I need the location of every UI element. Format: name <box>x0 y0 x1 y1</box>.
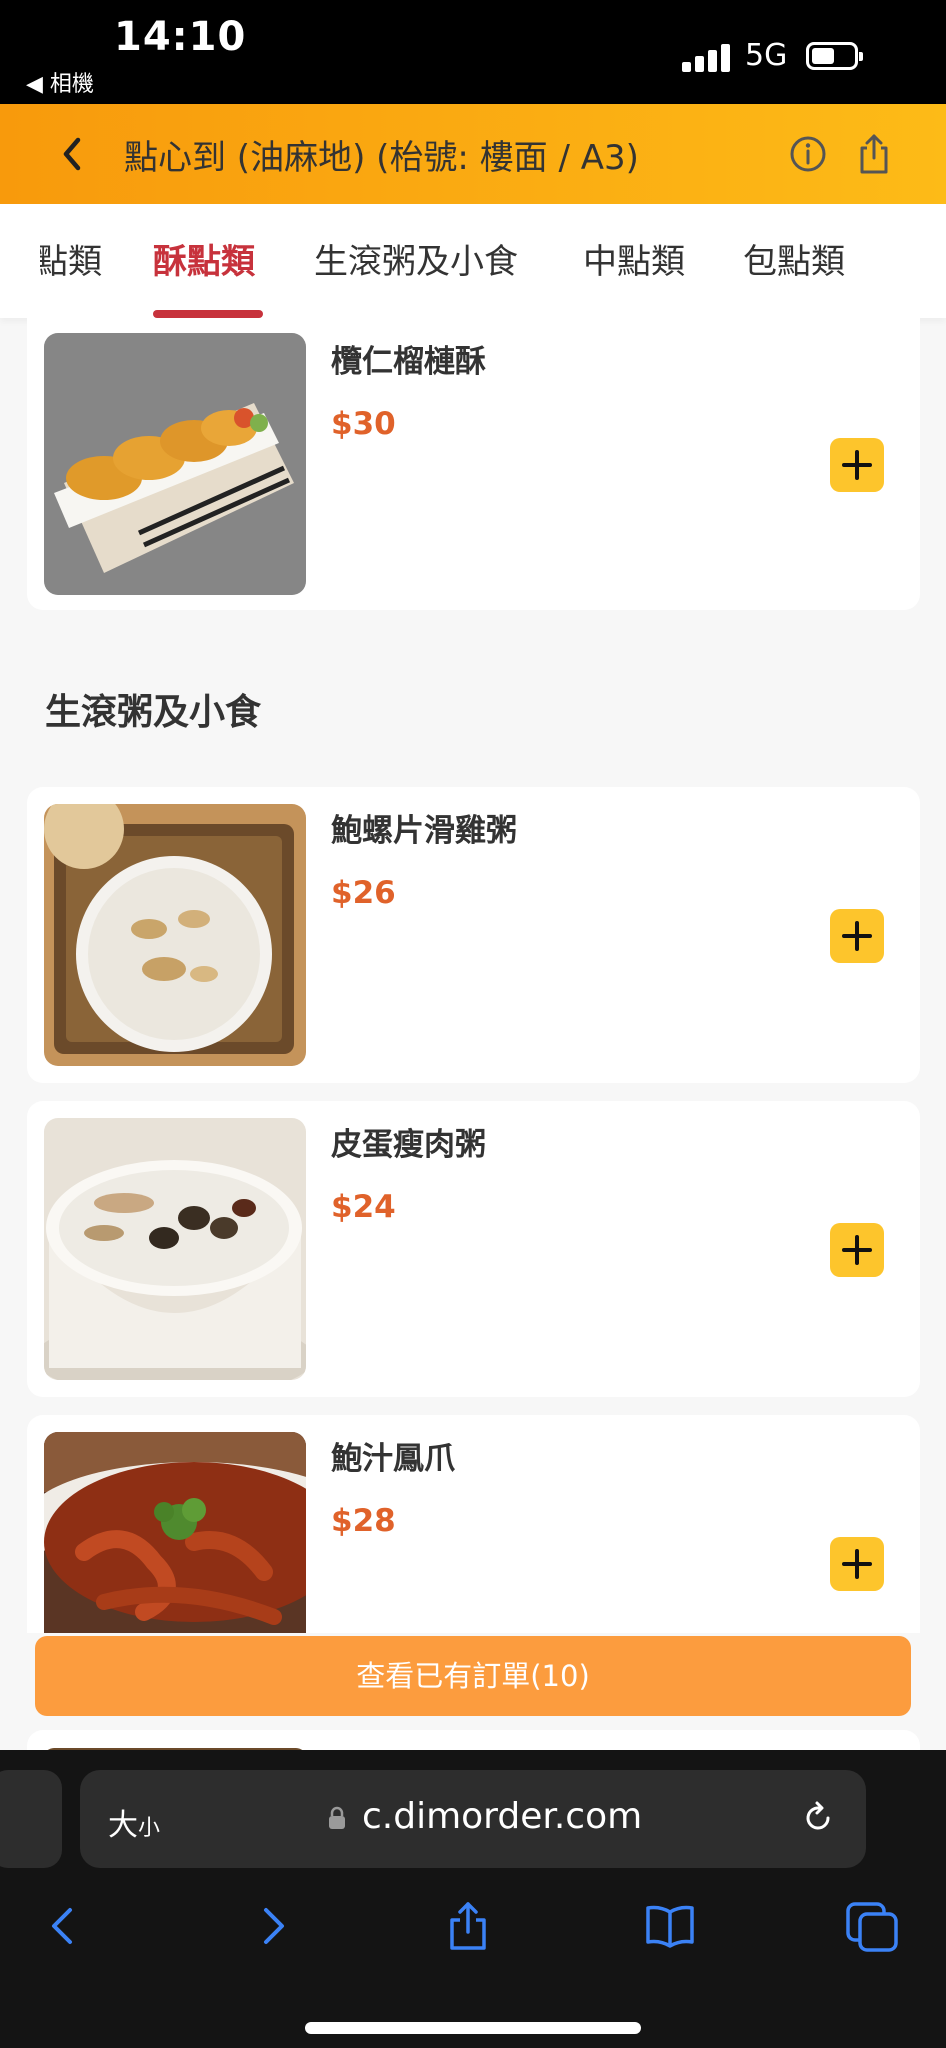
battery-icon <box>806 42 863 70</box>
item-name: 欖仁榴槤酥 <box>331 344 486 380</box>
browser-forward-icon[interactable] <box>244 1898 300 1954</box>
tabs-overview-icon[interactable] <box>844 1898 900 1954</box>
active-tab-indicator <box>153 310 263 318</box>
category-tabs: 點類 酥點類 生滾粥及小食 中點類 包點類 <box>0 204 946 318</box>
tab-congee-snacks[interactable]: 生滾粥及小食 <box>314 234 518 283</box>
url-text: c.dimorder.com <box>362 1796 643 1837</box>
previous-tab-preview[interactable] <box>0 1770 62 1868</box>
home-indicator <box>305 2022 641 2034</box>
browser-share-icon[interactable] <box>440 1898 496 1954</box>
tab-buns[interactable]: 包點類 <box>743 234 845 283</box>
item-price: $30 <box>331 406 396 442</box>
bookmarks-icon[interactable] <box>642 1898 698 1954</box>
status-bar: 14:10 ◀ 相機 5G <box>0 0 946 104</box>
menu-item-card[interactable]: 皮蛋瘦肉粥 $24 <box>27 1101 920 1397</box>
item-price: $24 <box>331 1189 396 1225</box>
address-bar[interactable]: 大小 c.dimorder.com <box>80 1770 866 1868</box>
info-icon[interactable] <box>786 132 830 176</box>
add-to-cart-button[interactable] <box>830 1223 884 1277</box>
browser-toolbar: 大小 c.dimorder.com <box>0 1750 946 2048</box>
tab-pastry-partial[interactable]: 點類 <box>40 234 102 283</box>
menu-item-card[interactable]: 鮑汁鳳爪 $28 <box>27 1415 920 1633</box>
text-size-button[interactable]: 大小 <box>108 1800 160 1844</box>
food-photo <box>44 804 306 1066</box>
page-title: 點心到 (油麻地) (枱號: 樓面 / A3) <box>124 138 639 178</box>
text-size-small-label: 小 <box>138 1816 161 1841</box>
add-to-cart-button[interactable] <box>830 909 884 963</box>
item-price: $28 <box>331 1503 396 1539</box>
menu-item-card[interactable]: 欖仁榴槤酥 $30 <box>27 318 920 610</box>
share-icon[interactable] <box>852 130 896 178</box>
section-title: 生滾粥及小食 <box>45 692 262 733</box>
network-label: 5G <box>745 38 788 73</box>
food-photo <box>44 1432 306 1633</box>
tab-medium-dim-sum[interactable]: 中點類 <box>583 234 685 283</box>
tab-crispy-pastry[interactable]: 酥點類 <box>153 234 255 283</box>
back-arrow-icon[interactable] <box>50 130 94 178</box>
item-name: 皮蛋瘦肉粥 <box>331 1127 486 1163</box>
browser-back-icon[interactable] <box>36 1898 92 1954</box>
text-size-large-label: 大 <box>108 1808 138 1843</box>
signal-icon <box>682 44 730 72</box>
status-time: 14:10 <box>114 14 247 60</box>
reload-icon[interactable] <box>798 1798 838 1838</box>
back-to-app-link[interactable]: ◀ 相機 <box>26 66 94 98</box>
menu-item-card[interactable]: 鮑螺片滑雞粥 $26 <box>27 787 920 1083</box>
app-header: 點心到 (油麻地) (枱號: 樓面 / A3) <box>0 104 946 204</box>
food-photo <box>44 1118 306 1380</box>
view-orders-button[interactable]: 查看已有訂單(10) <box>35 1636 911 1716</box>
item-name: 鮑汁鳳爪 <box>331 1441 455 1477</box>
item-name: 鮑螺片滑雞粥 <box>331 813 517 849</box>
add-to-cart-button[interactable] <box>830 438 884 492</box>
food-photo <box>44 333 306 595</box>
item-price: $26 <box>331 875 396 911</box>
lock-icon <box>329 1806 345 1829</box>
add-to-cart-button[interactable] <box>830 1537 884 1591</box>
